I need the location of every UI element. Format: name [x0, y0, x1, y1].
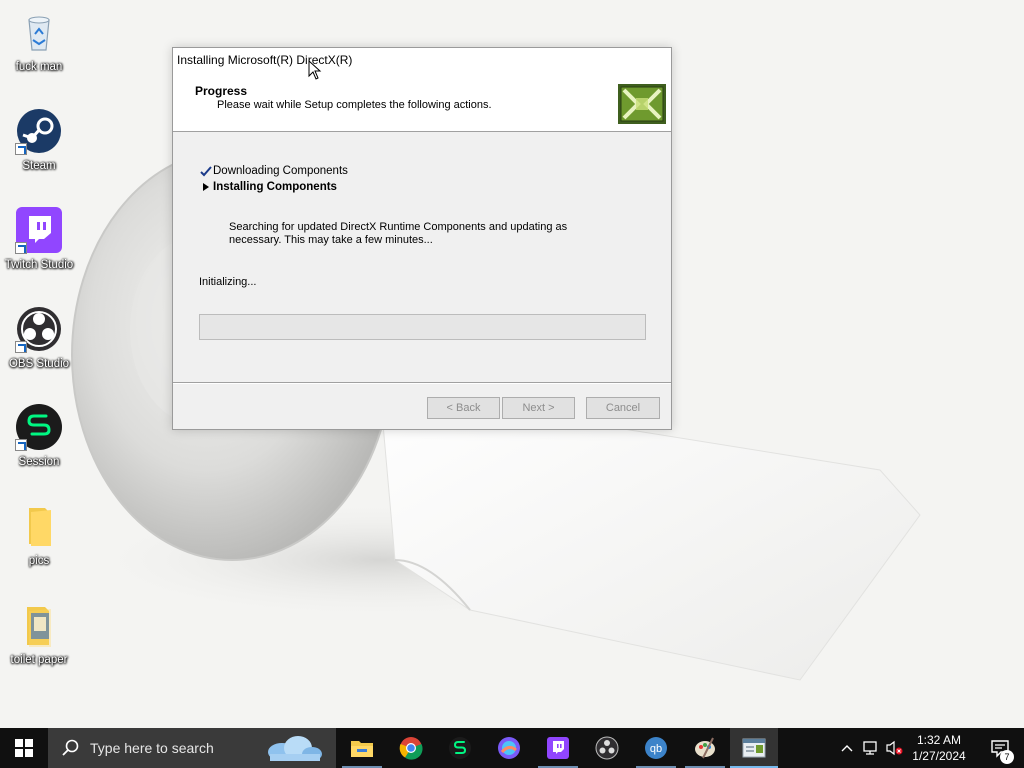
- network-tray-button[interactable]: [860, 728, 882, 768]
- checkmark-icon: [200, 166, 212, 177]
- clock-time: 1:32 AM: [916, 733, 962, 747]
- dialog-header: Progress Please wait while Setup complet…: [173, 74, 671, 132]
- footer-divider: [173, 382, 671, 384]
- recycle-bin-icon: [15, 8, 63, 56]
- session-icon: [15, 403, 63, 451]
- desktop-icon-label: fuck man: [15, 61, 63, 73]
- shortcut-arrow-icon: [15, 439, 27, 451]
- desktop-icon-twitch-studio[interactable]: Twitch Studio: [2, 204, 76, 290]
- step-downloading-components: Downloading Components: [199, 164, 348, 178]
- desktop-icon-session[interactable]: Session: [2, 401, 76, 487]
- twitch-studio-icon: [15, 206, 63, 254]
- desktop-icon-pics[interactable]: pics: [2, 500, 76, 586]
- desktop-icon-steam[interactable]: Steam: [2, 105, 76, 191]
- desktop-icon-label: OBS Studio: [8, 358, 70, 370]
- desktop-icon-label: Steam: [22, 160, 56, 172]
- dialog-title: Installing Microsoft(R) DirectX(R): [177, 53, 353, 67]
- network-icon: [863, 741, 877, 755]
- taskbar-clock[interactable]: 1:32 AM 1/27/2024: [902, 728, 976, 768]
- file-explorer-icon: [351, 741, 373, 757]
- volume-muted-icon: [886, 740, 903, 756]
- desktop-icon-label: pics: [28, 555, 50, 567]
- status-text: Initializing...: [199, 276, 257, 288]
- clock-date: 1/27/2024: [912, 749, 966, 763]
- shortcut-arrow-icon: [15, 143, 27, 155]
- browser-icon: [498, 737, 520, 759]
- taskbar-app-twitch-studio[interactable]: [534, 728, 582, 768]
- taskbar: Type here to search qb 1:32 AM 1/27/2024…: [0, 728, 1024, 768]
- header-subtitle: Please wait while Setup completes the fo…: [217, 99, 492, 111]
- shortcut-arrow-icon: [15, 242, 27, 254]
- desktop-icon-toilet-paper[interactable]: toilet paper: [2, 599, 76, 685]
- taskbar-app-directx-setup[interactable]: [730, 728, 778, 768]
- desktop-icon-obs-studio[interactable]: OBS Studio: [2, 303, 76, 389]
- search-highlight-cloud-icon: [268, 736, 322, 761]
- mouse-cursor-icon: [308, 60, 322, 80]
- folder-icon: [15, 502, 63, 550]
- directx-logo-icon: [618, 84, 666, 124]
- taskbar-app-chrome[interactable]: [387, 728, 435, 768]
- desktop-icon-label: Twitch Studio: [4, 259, 74, 271]
- search-placeholder: Type here to search: [90, 740, 214, 756]
- twitch-studio-icon: [547, 737, 569, 759]
- chrome-icon: [399, 737, 423, 760]
- obs-studio-icon: [595, 736, 619, 760]
- start-button[interactable]: [0, 728, 48, 768]
- progress-bar: [199, 314, 646, 340]
- desktop-icon-label: toilet paper: [10, 654, 68, 666]
- taskbar-search-box[interactable]: Type here to search: [48, 728, 336, 768]
- step-installing-components: Installing Components: [199, 180, 337, 194]
- current-step-arrow-icon: [203, 183, 209, 191]
- image-folder-icon: [15, 601, 63, 649]
- shortcut-arrow-icon: [15, 341, 27, 353]
- search-icon: [62, 739, 79, 756]
- volume-tray-button[interactable]: [884, 728, 904, 768]
- step-description: Searching for updated DirectX Runtime Co…: [229, 221, 568, 246]
- step-label: Installing Components: [213, 181, 337, 193]
- windows-start-icon: [15, 739, 33, 757]
- show-hidden-icons-button[interactable]: [836, 728, 858, 768]
- taskbar-app-paint[interactable]: [681, 728, 729, 768]
- notification-count-badge: 7: [1000, 750, 1014, 764]
- desktop-icon-recycle-bin[interactable]: fuck man: [2, 6, 76, 92]
- taskbar-app-qbittorrent[interactable]: qb: [632, 728, 680, 768]
- svg-text:qb: qb: [650, 743, 662, 755]
- back-button[interactable]: < Back: [427, 397, 500, 419]
- next-button[interactable]: Next >: [502, 397, 575, 419]
- dialog-titlebar[interactable]: Installing Microsoft(R) DirectX(R): [173, 48, 671, 74]
- step-label: Downloading Components: [213, 165, 348, 177]
- action-center-button[interactable]: 7: [976, 728, 1024, 768]
- taskbar-app-session[interactable]: [436, 728, 484, 768]
- directx-setup-icon: [742, 738, 766, 758]
- qbittorrent-icon: qb: [645, 737, 667, 759]
- session-icon: [449, 737, 471, 759]
- header-title: Progress: [195, 84, 248, 98]
- directx-setup-dialog: Installing Microsoft(R) DirectX(R) Progr…: [172, 47, 672, 430]
- paint-icon: [695, 737, 715, 759]
- steam-icon: [15, 107, 63, 155]
- taskbar-app-browser[interactable]: [485, 728, 533, 768]
- taskbar-app-file-explorer[interactable]: [338, 728, 386, 768]
- chevron-up-icon: [841, 745, 853, 752]
- cancel-button[interactable]: Cancel: [586, 397, 660, 419]
- taskbar-app-obs-studio[interactable]: [583, 728, 631, 768]
- desktop-icon-label: Session: [18, 456, 60, 468]
- obs-studio-icon: [15, 305, 63, 353]
